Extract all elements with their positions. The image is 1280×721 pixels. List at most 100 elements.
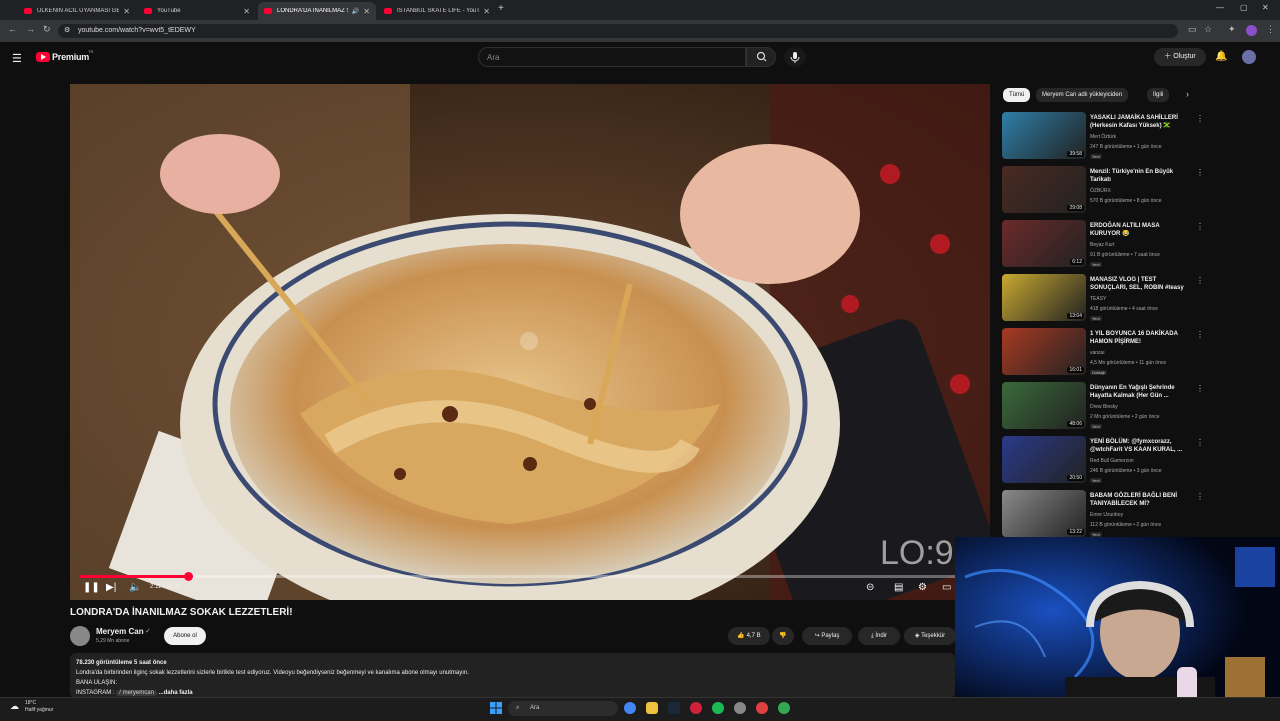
maximize-icon[interactable]: ▢ <box>1240 3 1248 12</box>
recommended-video-title[interactable]: Menzil: Türkiye'nin En Büyük Tarikatı <box>1090 168 1190 184</box>
download-button[interactable]: ⤓ İndir <box>858 627 900 645</box>
more-options-icon[interactable]: ⋮ <box>1196 168 1204 177</box>
spotify-icon[interactable] <box>712 702 724 714</box>
more-options-icon[interactable]: ⋮ <box>1196 222 1204 231</box>
pause-icon[interactable]: ❚❚ <box>83 582 100 593</box>
recommended-video-title[interactable]: MANASIZ VLOG | TEST SONUÇLARI, SEL, ROBI… <box>1090 276 1190 292</box>
close-window-icon[interactable]: ✕ <box>1262 3 1269 12</box>
extensions-icon[interactable]: ✦ <box>1228 24 1236 35</box>
recommended-channel[interactable]: Mert Öztürk <box>1090 134 1116 140</box>
new-tab-icon[interactable]: + <box>498 3 504 14</box>
recommended-video-title[interactable]: BABAM GÖZLERİ BAĞLI BENİ TANIYABİLECEK M… <box>1090 492 1190 508</box>
windows-start-icon[interactable] <box>490 702 502 714</box>
video-thumbnail[interactable]: 13:04 <box>1002 274 1086 321</box>
close-tab-icon[interactable]: ✕ <box>483 7 490 16</box>
recommended-channel[interactable]: Beyaz Kurt <box>1090 242 1114 248</box>
video-player[interactable]: LO:9 <box>70 84 990 600</box>
close-tab-icon[interactable]: ✕ <box>363 7 370 16</box>
cast-icon[interactable]: ▭ <box>1188 24 1197 35</box>
recommended-video[interactable]: 13:04 MANASIZ VLOG | TEST SONUÇLARI, SEL,… <box>1002 274 1204 324</box>
recommended-video[interactable]: 6:12 ERDOĞAN ALTILI MASA KURUYOR 😂 Beyaz K… <box>1002 220 1204 270</box>
recommended-channel[interactable]: Red Bull Gamerzon <box>1090 458 1134 464</box>
settings-gear-icon[interactable]: ⚙ <box>918 582 927 593</box>
notifications-bell-icon[interactable]: 🔔 <box>1215 51 1227 62</box>
channel-avatar[interactable] <box>70 626 90 646</box>
video-thumbnail[interactable]: 48:06 <box>1002 382 1086 429</box>
video-thumbnail[interactable]: 20:50 <box>1002 436 1086 483</box>
share-button[interactable]: ↪ Paylaş <box>802 627 852 645</box>
video-thumbnail[interactable]: 39:58 <box>1002 112 1086 159</box>
logo-text[interactable]: Premium <box>52 52 89 62</box>
instagram-link[interactable]: / meryemcan <box>116 690 157 696</box>
recommended-channel[interactable]: vanzai <box>1090 350 1104 356</box>
more-options-icon[interactable]: ⋮ <box>1196 114 1204 123</box>
recommended-video[interactable]: 13:22 BABAM GÖZLERİ BAĞLI BENİ TANIYABİLE… <box>1002 490 1204 540</box>
obs-app-icon[interactable] <box>756 702 768 714</box>
more-options-icon[interactable]: ⋮ <box>1196 492 1204 501</box>
theater-mode-icon[interactable]: ▭ <box>942 582 951 593</box>
recommended-video[interactable]: 16:01 1 YIL BOYUNCA 16 DAKİKADA HAMON PİŞ… <box>1002 328 1204 378</box>
recommended-video-title[interactable]: Dünyanın En Yağışlı Şehrinde Hayatta Kal… <box>1090 384 1190 400</box>
weather-widget[interactable]: 18°C Hafif yağmur <box>25 700 53 714</box>
youtube-logo-icon[interactable] <box>36 52 50 62</box>
volume-icon[interactable]: 🔈 <box>129 582 141 593</box>
back-icon[interactable]: ← <box>8 24 17 34</box>
taskbar-search[interactable]: ⌕ Ara <box>508 701 618 716</box>
thanks-button[interactable]: ◈ Teşekkür <box>904 627 956 645</box>
site-info-icon[interactable]: ⚙ <box>64 24 70 38</box>
browser-menu-icon[interactable]: ⋮ <box>1266 24 1275 35</box>
subtitles-icon[interactable]: ▤ <box>894 582 903 593</box>
show-more-link[interactable]: ...daha fazla <box>159 690 193 696</box>
create-button[interactable]: ＋ Oluştur <box>1154 48 1206 66</box>
browser-tab[interactable]: ÜLKENİN ACİL UYANMASI GER ✕ <box>18 2 136 20</box>
address-bar[interactable]: ⚙ youtube.com/watch?v=wvt5_tEDEWY <box>58 24 1178 38</box>
autoplay-toggle-icon[interactable]: ⊝ <box>866 582 874 593</box>
next-icon[interactable]: ▶| <box>106 582 116 593</box>
browser-tab-active[interactable]: LONDRA'DA İNANILMAZ S 🔊 ✕ <box>258 2 376 20</box>
recommended-video[interactable]: 29:08 Menzil: Türkiye'nin En Büyük Tarika… <box>1002 166 1204 216</box>
video-thumbnail[interactable]: 29:08 <box>1002 166 1086 213</box>
video-thumbnail[interactable]: 6:12 <box>1002 220 1086 267</box>
chrome-icon[interactable] <box>624 702 636 714</box>
chevron-right-icon[interactable]: › <box>1186 89 1189 99</box>
opera-icon[interactable] <box>690 702 702 714</box>
recommended-video-title[interactable]: YASAKLI JAMAİKA SAHİLLERİ (Herkesin Kafa… <box>1090 114 1190 130</box>
chip-related[interactable]: İlgili <box>1147 88 1170 102</box>
recommended-channel[interactable]: Drew Binsky <box>1090 404 1118 410</box>
reload-icon[interactable]: ↻ <box>43 24 51 35</box>
recommended-channel[interactable]: ÖZBÜRX <box>1090 188 1111 194</box>
recommended-channel[interactable]: Emre Uzunboy <box>1090 512 1123 518</box>
video-thumbnail[interactable]: 13:22 <box>1002 490 1086 537</box>
recommended-video[interactable]: 48:06 Dünyanın En Yağışlı Şehrinde Hayatt… <box>1002 382 1204 432</box>
more-options-icon[interactable]: ⋮ <box>1196 330 1204 339</box>
browser-tab[interactable]: YouTube ✕ <box>138 2 256 20</box>
subscribe-button[interactable]: Abone ol <box>164 627 206 645</box>
recommended-video-title[interactable]: 1 YIL BOYUNCA 16 DAKİKADA HAMON PİŞİRME! <box>1090 330 1190 346</box>
search-button[interactable] <box>746 47 776 67</box>
bookmark-star-icon[interactable]: ☆ <box>1204 24 1212 35</box>
recommended-video[interactable]: 20:50 YENİ BÖLÜM: @fymxcorazz, @wtchFarit… <box>1002 436 1204 486</box>
progress-scrubber[interactable] <box>184 572 193 581</box>
description-box[interactable]: 78.230 görüntüleme 5 saat önce Londra'da… <box>70 653 955 698</box>
hamburger-menu-icon[interactable]: ☰ <box>12 52 22 65</box>
profile-avatar[interactable] <box>1246 25 1257 36</box>
progress-bar[interactable] <box>80 575 980 578</box>
close-tab-icon[interactable]: ✕ <box>243 7 250 16</box>
more-options-icon[interactable]: ⋮ <box>1196 384 1204 393</box>
more-options-icon[interactable]: ⋮ <box>1196 276 1204 285</box>
audio-playing-icon[interactable]: 🔊 <box>352 8 359 15</box>
channel-name[interactable]: Meryem Can <box>96 627 144 636</box>
settings-app-icon[interactable] <box>734 702 746 714</box>
minimize-icon[interactable]: — <box>1216 3 1224 12</box>
steam-icon[interactable] <box>668 702 680 714</box>
browser-app-icon[interactable] <box>778 702 790 714</box>
recommended-video-title[interactable]: ERDOĞAN ALTILI MASA KURUYOR 😂 <box>1090 222 1190 238</box>
chip-all[interactable]: Tümü <box>1003 88 1031 102</box>
like-button[interactable]: 👍 4,7 B <box>728 627 770 645</box>
browser-tab[interactable]: İSTANBUL SKATE LIFE - YouTube ✕ <box>378 2 496 20</box>
dislike-button[interactable]: 👎 <box>772 627 794 645</box>
video-thumbnail[interactable]: 16:01 <box>1002 328 1086 375</box>
voice-search-button[interactable] <box>784 47 806 67</box>
chip-from-uploader[interactable]: Meryem Can adlı yükleyiciden <box>1036 88 1129 102</box>
account-avatar[interactable] <box>1242 50 1256 64</box>
